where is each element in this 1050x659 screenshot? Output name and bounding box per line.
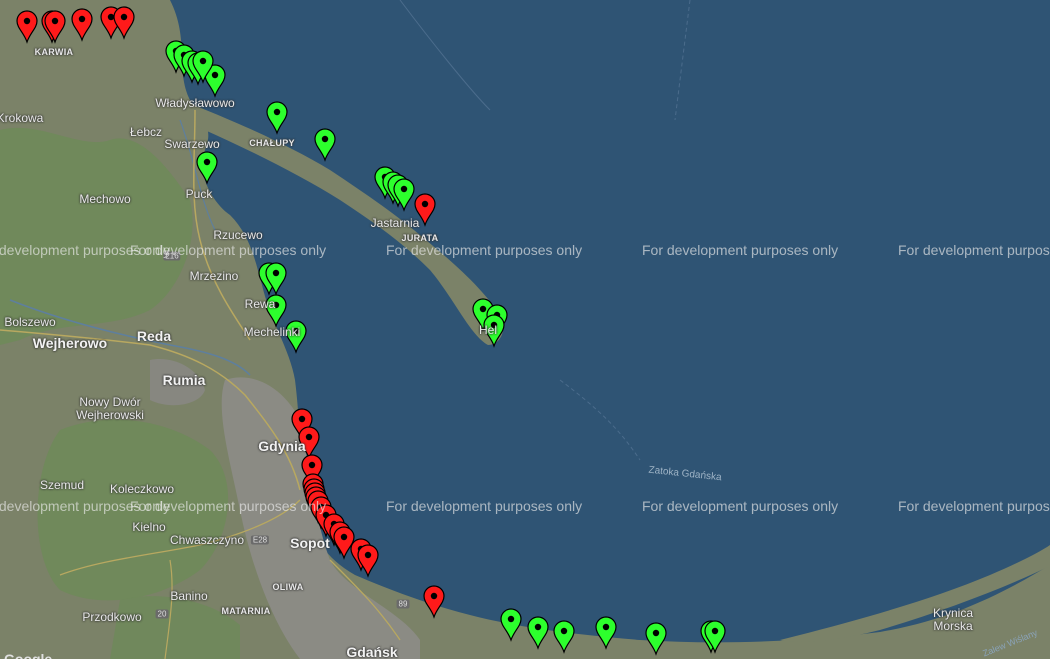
marker-center-dot — [421, 200, 429, 208]
marker-center-dot — [298, 415, 306, 423]
marker-center-dot — [479, 305, 487, 313]
map-marker-green[interactable] — [393, 178, 415, 212]
dev-watermark: For development purposes only — [642, 498, 839, 514]
place-label-przodkowo: Przodkowo — [82, 610, 142, 624]
marker-center-dot — [400, 185, 408, 193]
place-label-jastarnia: Jastarnia — [370, 216, 420, 230]
marker-center-dot — [78, 15, 86, 23]
place-label-gdansk: Gdańsk — [346, 644, 398, 659]
marker-center-dot — [120, 13, 128, 21]
place-label-mrzezino: Mrzezino — [189, 269, 239, 283]
dev-watermark: For development purposes only — [386, 242, 583, 258]
marker-pin-shape — [266, 101, 288, 135]
google-logo: Google — [4, 651, 53, 659]
place-label-szemud: Szemud — [39, 478, 85, 492]
marker-center-dot — [711, 627, 719, 635]
shipping-lane — [559, 379, 641, 461]
dev-watermark: For development purposes only — [386, 498, 583, 514]
marker-center-dot — [308, 461, 316, 469]
road-number-badge: 89 — [396, 599, 410, 609]
place-label-puck: Puck — [185, 187, 213, 201]
road-number-badge: E28 — [250, 535, 270, 545]
road-number-badge: 20 — [155, 609, 169, 619]
marker-center-dot — [107, 13, 115, 21]
marker-center-dot — [305, 433, 313, 441]
place-label-gdynia: Gdynia — [258, 438, 306, 454]
marker-center-dot — [340, 533, 348, 541]
place-label-sopot: Sopot — [290, 535, 330, 551]
marker-center-dot — [652, 629, 660, 637]
place-label-wejherowo: Wejherowo — [32, 335, 108, 351]
marker-center-dot — [272, 269, 280, 277]
marker-center-dot — [211, 71, 219, 79]
place-label-reda: Reda — [136, 328, 172, 344]
marker-pin-shape — [393, 178, 415, 212]
place-label-koleczkowo: Koleczkowo — [109, 482, 175, 496]
marker-pin-shape — [333, 526, 355, 560]
map-canvas[interactable]: KARWIA Władysławowo Krokowa Łebcz Swarze… — [0, 0, 1050, 659]
dev-watermark: For development purposes only — [642, 242, 839, 258]
shipping-lane — [399, 0, 491, 111]
place-label-krokowa: Krokowa — [0, 111, 44, 125]
place-label-bolszewo: Bolszewo — [4, 315, 56, 329]
map-marker-red[interactable] — [333, 526, 355, 560]
place-label-rumia: Rumia — [162, 372, 206, 388]
dev-watermark: For development purposes only — [130, 242, 327, 258]
marker-center-dot — [534, 623, 542, 631]
marker-pin-shape — [314, 128, 336, 162]
place-label-kielno: Kielno — [132, 520, 166, 534]
marker-center-dot — [560, 627, 568, 635]
dev-watermark: For development purposes only — [898, 498, 1050, 514]
marker-center-dot — [23, 17, 31, 25]
marker-center-dot — [364, 551, 372, 559]
place-label-rzucewo: Rzucewo — [213, 228, 263, 242]
marker-center-dot — [321, 135, 329, 143]
place-label-oliwa: OLIWA — [272, 582, 304, 592]
map-marker-green[interactable] — [314, 128, 336, 162]
marker-center-dot — [602, 623, 610, 631]
place-label-chwaszczyno: Chwaszczyno — [169, 533, 245, 547]
place-label-mechelinki: Mechelinki — [243, 325, 301, 339]
place-label-hel: Hel — [478, 323, 498, 337]
place-label-krynica-morska: Krynica Morska — [932, 606, 973, 633]
place-label-nowy-dwor: Nowy Dwór Wejherowski — [76, 395, 144, 422]
place-label-mechowo: Mechowo — [79, 192, 131, 206]
place-label-chalupy: CHAŁUPY — [249, 138, 295, 148]
place-label-wladyslawowo: Władysławowo — [155, 96, 235, 110]
marker-center-dot — [430, 592, 438, 600]
map-marker-green[interactable] — [266, 101, 288, 135]
marker-center-dot — [507, 615, 515, 623]
marker-center-dot — [199, 57, 207, 65]
place-label-banino: Banino — [170, 589, 208, 603]
marker-center-dot — [203, 158, 211, 166]
place-label-matarnia: MATARNIA — [221, 606, 271, 616]
place-label-rewa: Rewa — [244, 297, 276, 311]
marker-center-dot — [273, 108, 281, 116]
marker-center-dot — [51, 17, 59, 25]
place-label-karwia: KARWIA — [34, 47, 74, 57]
dev-watermark: For development purposes only — [898, 242, 1050, 258]
place-label-lebcz: Łebcz — [129, 125, 163, 139]
place-label-swarzewo: Swarzewo — [164, 137, 220, 151]
dev-watermark: For development purposes only — [130, 498, 327, 514]
shipping-lane — [674, 0, 691, 121]
